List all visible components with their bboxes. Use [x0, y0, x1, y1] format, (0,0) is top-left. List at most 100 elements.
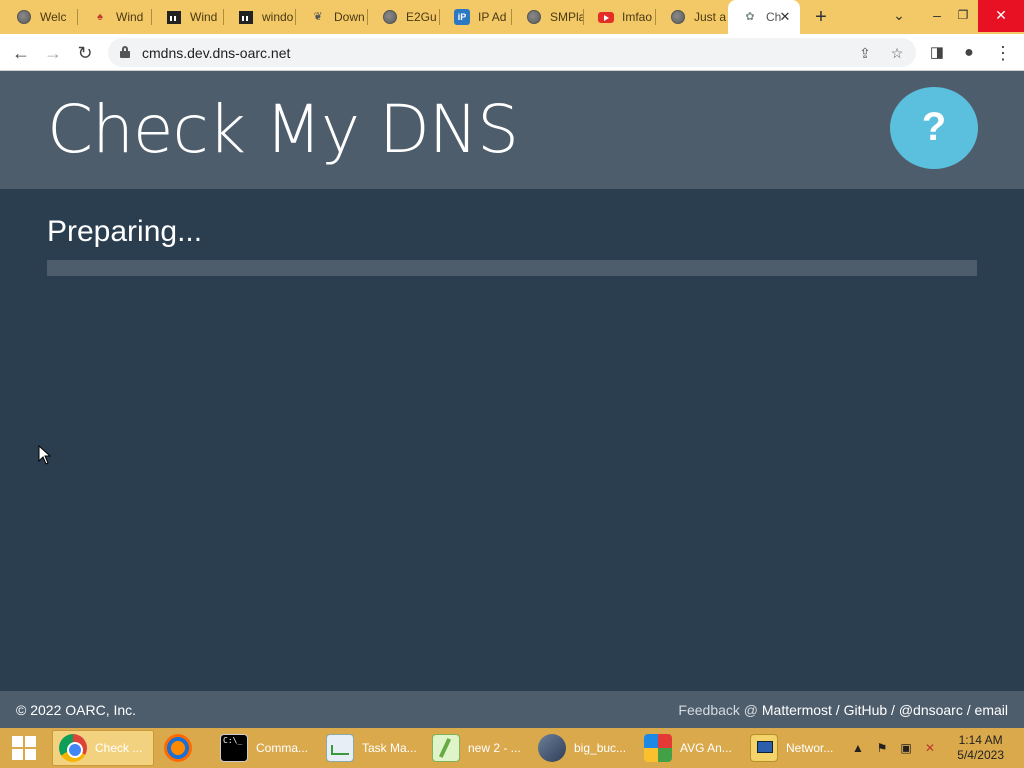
menu-kebab-icon[interactable]: ⋮	[990, 40, 1016, 66]
browser-tab[interactable]: windo	[224, 0, 296, 34]
cards-icon: ♠	[97, 11, 103, 23]
taskbar-item-label: new 2 - ...	[468, 741, 521, 755]
avast-browser-icon	[164, 734, 192, 762]
browser-tab[interactable]: ♠ Wind	[78, 0, 152, 34]
lock-icon[interactable]	[120, 46, 130, 58]
tab-label: SMPla	[550, 10, 584, 24]
back-icon[interactable]: ←	[8, 40, 34, 66]
command-prompt-icon: C:\_	[220, 734, 248, 762]
taskbar-item-avast-browser[interactable]	[158, 730, 210, 766]
avg-antivirus-icon	[644, 734, 672, 762]
windows-taskbar: Check ... C:\_ Comma... Task Ma... new 2…	[0, 728, 1024, 768]
close-window-icon[interactable]: ✕	[978, 0, 1024, 32]
tab-label: windo	[262, 10, 294, 24]
browser-toolbar: ← → ↻ cmdns.dev.dns-oarc.net ⇪ ☆ ◨ ● ⋮	[0, 34, 1024, 71]
browser-tab-active[interactable]: ✿ Ch ✕	[728, 0, 800, 34]
close-tab-icon[interactable]: ✕	[778, 10, 792, 24]
browser-tab[interactable]: ❦ Down	[296, 0, 368, 34]
system-tray: ▲ ⚑ ▣ ✕ 1:14 AM 5/4/2023	[848, 728, 1024, 768]
taskbar-item-label: Check ...	[95, 741, 143, 755]
notepad-plus-icon	[432, 734, 460, 762]
taskbar-item-notepad-plus[interactable]: new 2 - ...	[426, 730, 528, 766]
main-content: Preparing...	[0, 189, 1024, 691]
page-title: Check My DNS	[47, 91, 519, 168]
tab-label: Wind	[116, 10, 144, 24]
taskbar-item-label: Comma...	[256, 741, 309, 755]
globe-icon	[382, 9, 398, 25]
taskbar-item-label: big_buc...	[574, 741, 627, 755]
browser-tab-strip: Welc ♠ Wind Wind windo ❦ Down E2Gu iP IP…	[0, 0, 1024, 34]
browser-tab[interactable]: iP IP Ad	[440, 0, 512, 34]
clock-time: 1:14 AM	[958, 733, 1003, 747]
tab-label: E2Gu	[406, 10, 437, 24]
video-player-icon	[538, 734, 566, 762]
profile-icon[interactable]: ●	[956, 40, 982, 66]
taskbar-item-network[interactable]: Networ...	[744, 730, 844, 766]
url-text[interactable]: cmdns.dev.dns-oarc.net	[142, 45, 290, 61]
browser-tab[interactable]: Wind	[152, 0, 224, 34]
taskbar-item-avg-antivirus[interactable]: AVG An...	[638, 730, 740, 766]
action-center-flag-icon[interactable]: ⚑	[874, 740, 890, 756]
network-tray-icon[interactable]: ▣	[898, 740, 914, 756]
link-separator: /	[887, 702, 899, 718]
browser-tab[interactable]: Imfao	[584, 0, 656, 34]
mattermost-link[interactable]: Mattermost	[762, 702, 832, 718]
browser-tab[interactable]: Welc	[2, 0, 78, 34]
taskbar-item-video-player[interactable]: big_buc...	[532, 730, 634, 766]
bank-icon	[238, 9, 254, 25]
taskbar-item-label: Networ...	[786, 741, 834, 755]
globe-icon	[16, 9, 32, 25]
clock-date: 5/4/2023	[957, 748, 1004, 762]
tab-label: Just a	[694, 10, 727, 24]
taskbar-item-label: Task Ma...	[362, 741, 417, 755]
task-manager-icon	[326, 734, 354, 762]
globe-icon	[670, 9, 686, 25]
windows-logo-icon	[12, 736, 36, 760]
twitter-link[interactable]: @dnsoarc	[899, 702, 963, 718]
bird-icon: ❦	[313, 11, 323, 23]
tab-search-icon[interactable]: ⌄	[882, 0, 916, 32]
globe-icon	[526, 9, 542, 25]
bookmark-star-icon[interactable]: ☆	[886, 42, 908, 64]
footer-links: Feedback @ Mattermost / GitHub / @dnsoar…	[678, 702, 1008, 718]
show-hidden-icons-icon[interactable]: ▲	[850, 740, 866, 756]
network-icon	[750, 734, 778, 762]
tab-label: Down	[334, 10, 365, 24]
ip-icon: iP	[454, 9, 470, 25]
browser-tab[interactable]: SMPla	[512, 0, 584, 34]
taskbar-item-label: AVG An...	[680, 741, 732, 755]
site-header: Check My DNS ?	[0, 71, 1024, 189]
tab-label: Wind	[190, 10, 218, 24]
site-footer: © 2022 OARC, Inc. Feedback @ Mattermost …	[0, 691, 1024, 728]
start-button[interactable]	[0, 728, 48, 768]
reload-icon[interactable]: ↻	[72, 40, 98, 66]
bank-icon	[166, 9, 182, 25]
browser-tab[interactable]: Just a	[656, 0, 728, 34]
chrome-icon	[59, 734, 87, 762]
link-separator: /	[831, 702, 844, 718]
browser-tab[interactable]: E2Gu	[368, 0, 440, 34]
github-link[interactable]: GitHub	[844, 702, 888, 718]
share-icon[interactable]: ⇪	[854, 42, 876, 64]
tab-label: Imfao	[622, 10, 653, 24]
forward-icon[interactable]: →	[40, 40, 66, 66]
progress-bar	[47, 260, 977, 276]
restore-icon[interactable]: ❐	[946, 0, 980, 32]
help-button[interactable]: ?	[890, 87, 978, 169]
email-link[interactable]: email	[975, 702, 1008, 718]
system-clock[interactable]: 1:14 AM 5/4/2023	[957, 733, 1004, 763]
feedback-label: Feedback @	[678, 702, 762, 718]
address-bar[interactable]: cmdns.dev.dns-oarc.net ⇪ ☆	[108, 38, 916, 67]
tree-icon: ✿	[745, 11, 755, 23]
youtube-icon	[598, 9, 614, 25]
tab-label: Welc	[40, 10, 67, 24]
new-tab-button[interactable]: +	[810, 6, 832, 28]
taskbar-item-command-prompt[interactable]: C:\_ Comma...	[214, 730, 316, 766]
link-separator: /	[962, 702, 975, 718]
tab-label: IP Ad	[478, 10, 507, 24]
copyright-text: © 2022 OARC, Inc.	[16, 702, 137, 718]
taskbar-item-chrome[interactable]: Check ...	[52, 730, 154, 766]
taskbar-item-task-manager[interactable]: Task Ma...	[320, 730, 422, 766]
volume-muted-icon[interactable]: ✕	[922, 740, 938, 756]
side-panel-icon[interactable]: ◨	[924, 40, 950, 66]
